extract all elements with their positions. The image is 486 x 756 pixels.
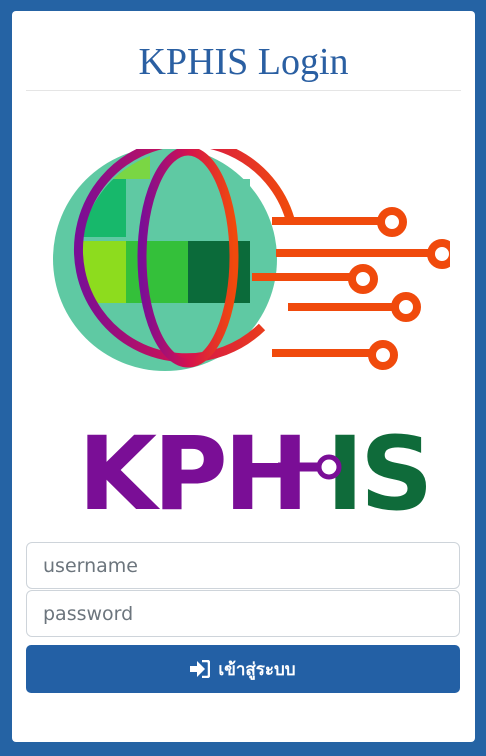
page-title: KPHIS Login [138,41,349,83]
login-button-label: เข้าสู่ระบบ [218,659,296,680]
logo-connector-dot [316,454,342,480]
logo-text-kph: KPH [78,415,305,511]
kphis-logo: KPH IS [53,149,450,511]
logo-text-is: IS [326,415,429,511]
login-button[interactable]: เข้าสู่ระบบ [26,645,460,693]
username-input[interactable] [26,542,460,589]
sign-in-icon [190,660,211,678]
login-card: KPHIS Login KPH IS username เข้าสู่ระบบ [12,11,475,742]
password-input[interactable] [26,590,460,637]
circuit-lines [252,207,450,370]
title-divider [26,90,461,91]
